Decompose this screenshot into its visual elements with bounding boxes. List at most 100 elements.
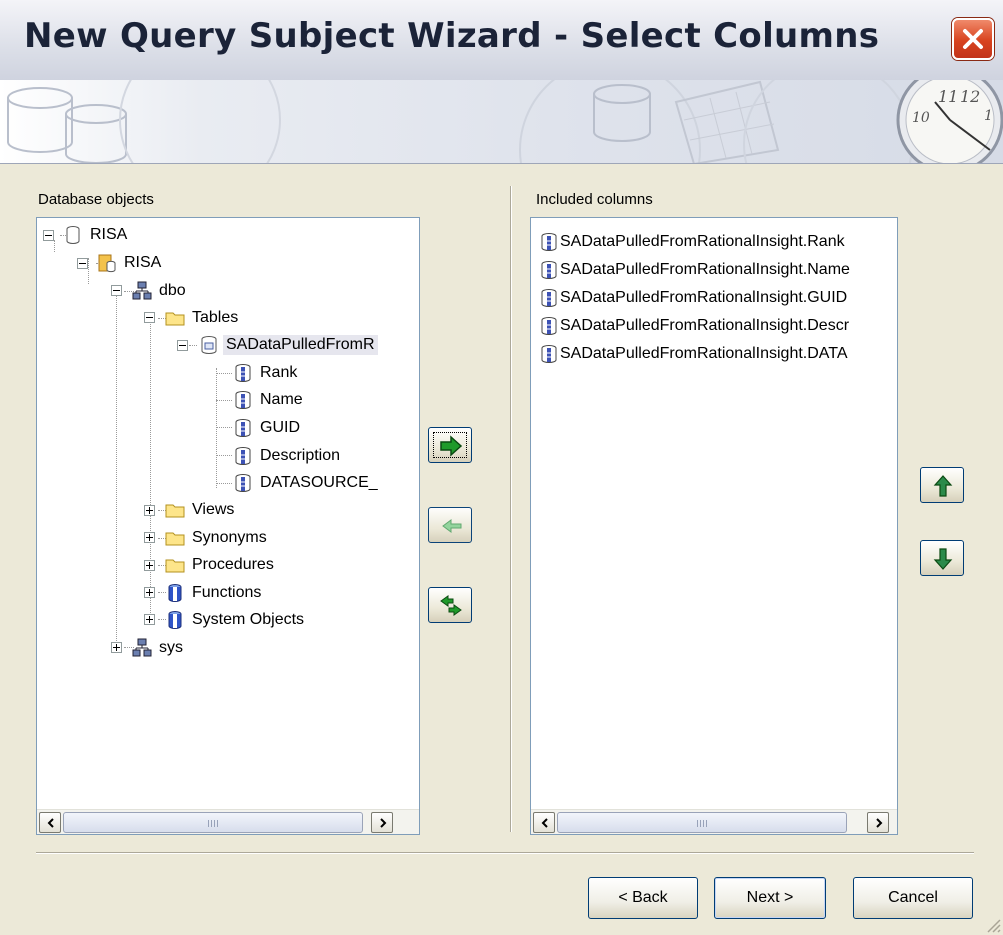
catalog-icon <box>97 253 117 273</box>
expand-toggle-dbo[interactable] <box>111 285 122 296</box>
remove-column-button[interactable] <box>428 507 472 543</box>
tree-node-sys[interactable]: sys <box>132 636 186 660</box>
right-arrow-icon <box>440 435 463 457</box>
expand-toggle-risa-catalog[interactable] <box>77 258 88 269</box>
expand-toggle-sys[interactable] <box>111 642 122 653</box>
scroll-left-button[interactable] <box>533 812 555 833</box>
cancel-button[interactable]: Cancel <box>853 877 973 919</box>
folder-icon <box>165 308 185 328</box>
scroll-left-button[interactable] <box>39 812 61 833</box>
chevron-left-icon <box>47 818 54 828</box>
close-button[interactable] <box>952 18 994 60</box>
expand-toggle-tables[interactable] <box>144 312 155 323</box>
up-arrow-icon <box>933 475 953 497</box>
close-icon <box>963 29 983 49</box>
tree-node-label: Functions <box>192 584 262 601</box>
list-item-label: SADataPulledFromRationalInsight.Name <box>560 261 850 278</box>
list-item[interactable]: SADataPulledFromRationalInsight.Rank <box>539 230 848 254</box>
included-columns-label: Included columns <box>536 191 653 208</box>
scroll-grip-icon <box>208 820 220 827</box>
expand-toggle-risa[interactable] <box>43 230 54 241</box>
scroll-right-button[interactable] <box>371 812 393 833</box>
column-icon <box>233 418 253 438</box>
tree-node-label: dbo <box>159 282 186 299</box>
svg-text:12: 12 <box>960 87 980 106</box>
list-item[interactable]: SADataPulledFromRationalInsight.GUID <box>539 286 850 310</box>
expand-toggle-system-objects[interactable] <box>144 614 155 625</box>
next-button[interactable]: Next > <box>714 877 826 919</box>
tree-node-sadata-table[interactable]: SADataPulledFromR <box>199 333 378 357</box>
tree-node-label: Procedures <box>192 556 274 573</box>
back-button[interactable]: < Back <box>588 877 698 919</box>
schema-icon <box>132 638 152 658</box>
database-icon <box>63 225 83 245</box>
expand-toggle-synonyms[interactable] <box>144 532 155 543</box>
folder-icon <box>165 500 185 520</box>
scroll-right-button[interactable] <box>867 812 889 833</box>
tree-node-label: Rank <box>260 364 298 381</box>
panel-divider <box>510 186 512 832</box>
tree-node-column-name[interactable]: Name <box>233 388 306 412</box>
expand-toggle-functions[interactable] <box>144 587 155 598</box>
column-icon <box>539 260 559 280</box>
resize-grip-icon[interactable] <box>985 917 1001 933</box>
tree-node-synonyms[interactable]: Synonyms <box>165 526 270 550</box>
tree-node-column-description[interactable]: Description <box>233 444 343 468</box>
list-item[interactable]: SADataPulledFromRationalInsight.Descr <box>539 314 852 338</box>
tree-node-views[interactable]: Views <box>165 498 237 522</box>
column-icon <box>233 473 253 493</box>
column-icon <box>539 288 559 308</box>
svg-text:11: 11 <box>938 87 958 106</box>
column-icon <box>233 363 253 383</box>
tree-node-system-objects[interactable]: System Objects <box>165 608 307 632</box>
swap-columns-button[interactable] <box>428 587 472 623</box>
tree-node-label: sys <box>159 639 183 656</box>
list-item-label: SADataPulledFromRationalInsight.Rank <box>560 233 845 250</box>
list-item-label: SADataPulledFromRationalInsight.Descr <box>560 317 850 334</box>
scroll-thumb[interactable] <box>63 812 363 833</box>
right-horizontal-scrollbar[interactable] <box>531 809 897 834</box>
list-item[interactable]: SADataPulledFromRationalInsight.Name <box>539 258 853 282</box>
tree-node-label: RISA <box>124 254 162 271</box>
expand-toggle-views[interactable] <box>144 505 155 516</box>
tree-node-column-guid[interactable]: GUID <box>233 416 303 440</box>
tree-node-dbo[interactable]: dbo <box>132 279 189 303</box>
list-item-label: SADataPulledFromRationalInsight.DATA <box>560 345 848 362</box>
scroll-grip-icon <box>697 820 709 827</box>
folder-icon <box>165 528 185 548</box>
included-columns-list[interactable]: SADataPulledFromRationalInsight.Rank SAD… <box>530 217 898 835</box>
database-objects-tree[interactable]: RISA RISA dbo Tables SADataPulledFromR R… <box>36 217 420 835</box>
tree-node-label: Views <box>192 501 235 518</box>
move-up-button[interactable] <box>920 467 964 503</box>
window-title: New Query Subject Wizard - Select Column… <box>24 16 880 56</box>
scroll-thumb[interactable] <box>557 812 847 833</box>
chevron-right-icon <box>876 818 883 828</box>
tree-node-label: Tables <box>192 309 239 326</box>
schema-icon <box>132 281 152 301</box>
column-icon <box>539 344 559 364</box>
tree-node-risa-catalog[interactable]: RISA <box>97 251 164 275</box>
tree-node-functions[interactable]: Functions <box>165 581 264 605</box>
tree-node-label: GUID <box>260 419 300 436</box>
tree-node-tables[interactable]: Tables <box>165 306 241 330</box>
list-item[interactable]: SADataPulledFromRationalInsight.DATA <box>539 342 851 366</box>
tree-node-label: SADataPulledFromR <box>223 335 378 355</box>
expand-toggle-table[interactable] <box>177 340 188 351</box>
left-horizontal-scrollbar[interactable] <box>37 809 419 834</box>
table-icon <box>199 335 219 355</box>
add-column-button[interactable] <box>428 427 472 463</box>
expand-toggle-procedures[interactable] <box>144 560 155 571</box>
svg-text:1: 1 <box>984 108 993 124</box>
left-arrow-icon <box>442 519 462 533</box>
move-down-button[interactable] <box>920 540 964 576</box>
column-icon <box>539 232 559 252</box>
folder-icon <box>165 555 185 575</box>
tree-node-column-rank[interactable]: Rank <box>233 361 300 385</box>
tree-node-label: Name <box>260 391 303 408</box>
chevron-left-icon <box>541 818 548 828</box>
tree-node-column-datasource[interactable]: DATASOURCE_ <box>233 471 381 495</box>
tree-node-label: DATASOURCE_ <box>260 474 378 491</box>
tree-node-procedures[interactable]: Procedures <box>165 553 277 577</box>
title-bar: New Query Subject Wizard - Select Column… <box>0 0 1003 80</box>
tree-node-risa-server[interactable]: RISA <box>63 223 130 247</box>
